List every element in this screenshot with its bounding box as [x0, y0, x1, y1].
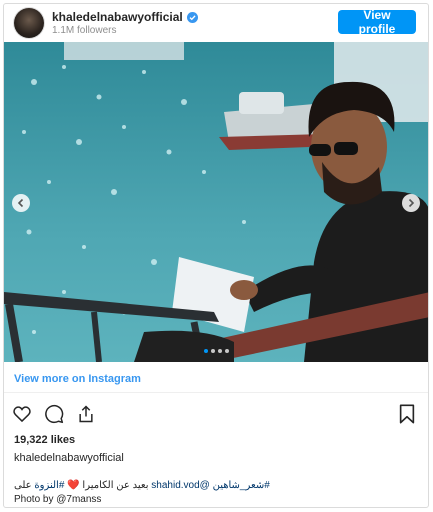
next-slide-button[interactable]	[402, 194, 420, 212]
carousel-dot	[225, 349, 229, 353]
view-more-link[interactable]: View more on Instagram	[14, 373, 141, 385]
view-profile-button[interactable]: View profile	[338, 8, 416, 36]
hashtag-link[interactable]: #النزوة	[34, 480, 64, 491]
caption-text: #شعر_شاهين @shahid.vod بعيد عن الكاميرا …	[14, 480, 270, 491]
caption-end: على	[14, 480, 32, 491]
follower-count: 1.1M followers	[52, 25, 117, 36]
username-row[interactable]: khaledelnabawyofficial	[52, 10, 198, 24]
caption-body: بعيد عن الكاميرا ❤️	[67, 480, 149, 491]
avatar[interactable]	[14, 8, 44, 38]
instagram-embed-card: khaledelnabawyofficial 1.1M followers Vi…	[3, 3, 429, 508]
heart-icon[interactable]	[12, 404, 32, 424]
chevron-left-icon	[17, 198, 24, 208]
hashtag-link[interactable]: #شعر_شاهين	[213, 480, 270, 491]
carousel-dot	[218, 349, 222, 353]
caption-username[interactable]: khaledelnabawyofficial	[14, 452, 124, 464]
photo-credit: Photo by @7manss	[14, 494, 102, 505]
carousel-indicator	[204, 349, 229, 353]
photo-scene	[4, 42, 428, 362]
carousel-dot	[204, 349, 208, 353]
post-image[interactable]	[4, 42, 428, 362]
comment-icon[interactable]	[44, 404, 64, 424]
chevron-right-icon	[408, 198, 415, 208]
divider	[4, 392, 428, 393]
post-header: khaledelnabawyofficial 1.1M followers Vi…	[4, 4, 428, 42]
previous-slide-button[interactable]	[12, 194, 30, 212]
verified-icon	[186, 11, 198, 23]
carousel-dot	[211, 349, 215, 353]
bookmark-icon[interactable]	[398, 404, 416, 424]
action-bar	[12, 404, 96, 424]
mention-link[interactable]: @shahid.vod	[151, 480, 210, 491]
like-count: 19,322 likes	[14, 434, 76, 446]
share-icon[interactable]	[76, 404, 96, 424]
username[interactable]: khaledelnabawyofficial	[52, 10, 183, 24]
